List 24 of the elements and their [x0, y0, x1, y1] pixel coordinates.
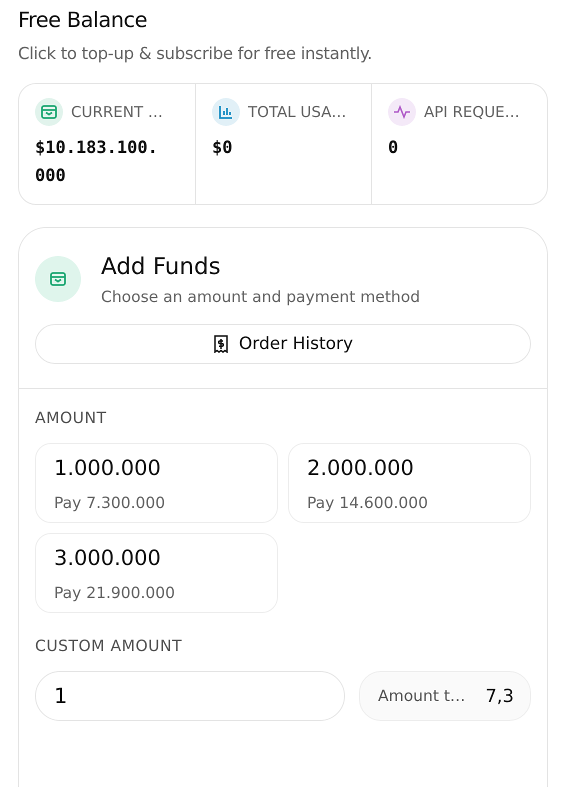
stat-value: $0 [212, 137, 234, 160]
add-funds-title: Add Funds [101, 254, 222, 280]
amount-to-pay-label: Amount t… [378, 687, 466, 705]
custom-amount-label: CUSTOM AMOUNT [35, 637, 184, 655]
pulse-icon [393, 103, 411, 121]
amount-option[interactable]: 2.000.000 Pay 14.600.000 [288, 443, 531, 523]
bar-chart-icon [217, 103, 235, 121]
wallet-icon [35, 256, 81, 302]
stat-label: CURRENT … [71, 103, 163, 121]
stat-value: $10.183.100. 000 [35, 137, 159, 188]
amount-to-pay-value: 7,3 [485, 686, 514, 706]
receipt-icon [212, 335, 229, 353]
amount-option[interactable]: 3.000.000 Pay 21.900.000 [35, 533, 278, 613]
page-subtitle: Click to top-up & subscribe for free instantly. [18, 44, 374, 63]
page-title: Free Balance [18, 8, 148, 32]
amount-label: AMOUNT [35, 409, 108, 427]
stat-value: 0 [388, 137, 400, 160]
stat-label: API REQUE… [424, 103, 520, 121]
amount-option[interactable]: 1.000.000 Pay 7.300.000 [35, 443, 278, 523]
custom-amount-field[interactable]: 1 [35, 671, 345, 721]
wallet-icon [40, 103, 58, 121]
stat-label: TOTAL USA… [248, 103, 346, 121]
add-funds-subtitle: Choose an amount and payment method [101, 288, 420, 306]
order-history-button[interactable]: Order History [35, 324, 531, 364]
